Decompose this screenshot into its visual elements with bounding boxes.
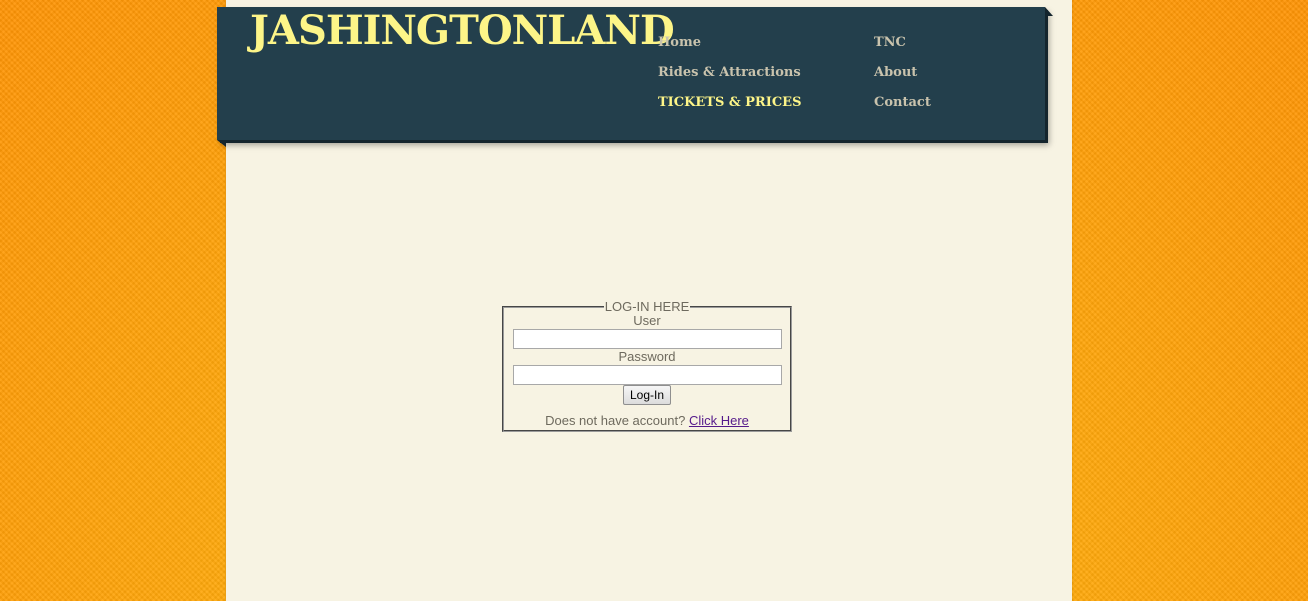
main-nav: Home Rides & Attractions TICKETS & PRICE… — [658, 31, 1038, 131]
header-fold-right — [1045, 7, 1053, 16]
signup-prompt: Does not have account? — [545, 413, 686, 428]
header-fold-left — [217, 140, 226, 147]
login-button[interactable]: Log-In — [622, 385, 672, 405]
nav-rides-attractions[interactable]: Rides & Attractions — [658, 65, 801, 80]
signup-line: Does not have account? Click Here — [504, 413, 790, 429]
user-input[interactable] — [512, 329, 782, 349]
nav-contact[interactable]: Contact — [874, 95, 931, 110]
user-label: User — [633, 313, 661, 328]
nav-tnc[interactable]: TNC — [874, 35, 906, 50]
site-header: JASHINGTONLAND Home Rides & Attractions … — [217, 7, 1045, 140]
signup-link[interactable]: Click Here — [689, 413, 749, 428]
password-label: Password — [618, 349, 676, 364]
site-title[interactable]: JASHINGTONLAND — [250, 7, 675, 55]
nav-tickets-prices[interactable]: TICKETS & PRICES — [658, 95, 801, 110]
nav-about[interactable]: About — [874, 65, 917, 80]
password-input[interactable] — [512, 365, 782, 385]
login-legend: LOG-IN HERE — [604, 299, 690, 314]
login-form: LOG-IN HERE User Password Log-In Does no… — [502, 300, 792, 432]
nav-home[interactable]: Home — [658, 35, 701, 50]
